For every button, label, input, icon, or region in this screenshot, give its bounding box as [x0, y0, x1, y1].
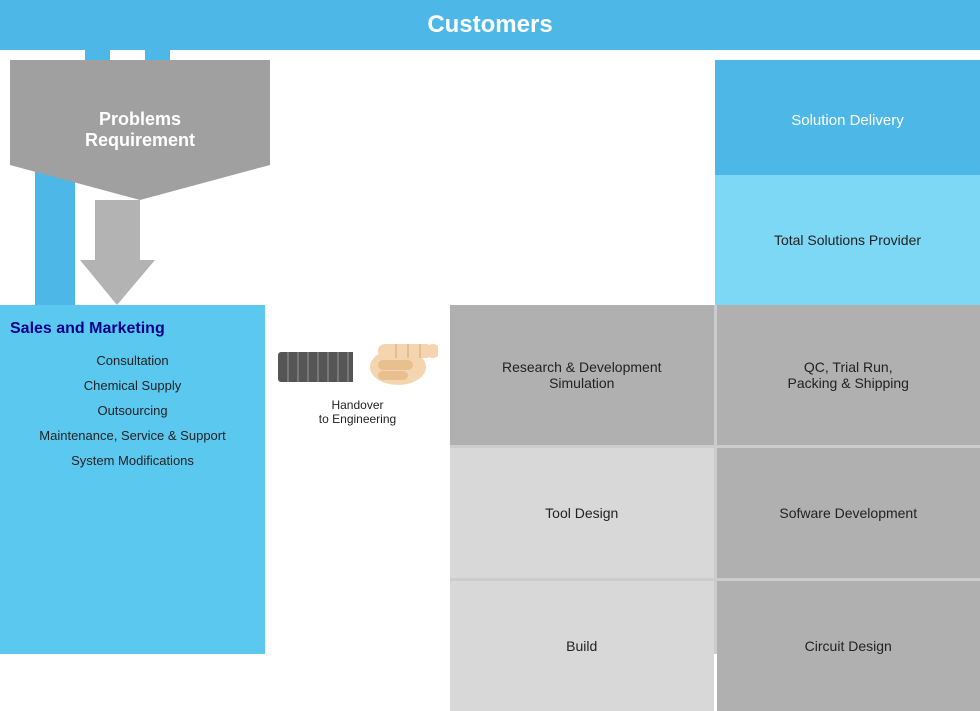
software-dev-cell: Sofware Development	[717, 448, 980, 578]
sales-item-maintenance: Maintenance, Service & Support	[10, 428, 255, 443]
solution-delivery-panel: Solution Delivery	[715, 60, 980, 180]
sales-item-consultation: Consultation	[10, 353, 255, 368]
sales-item-system-modifications: System Modifications	[10, 453, 255, 468]
total-solutions-panel: Total Solutions Provider	[715, 175, 980, 305]
problems-label: Problems Requirement	[85, 109, 195, 151]
handover-section: Handoverto Engineering	[265, 305, 450, 445]
circuit-design-label: Circuit Design	[805, 638, 892, 654]
rd-simulation-cell: Research & Development Simulation	[450, 305, 714, 445]
tool-design-label: Tool Design	[545, 505, 618, 521]
tool-design-cell: Tool Design	[450, 448, 714, 578]
sales-item-chemical-supply: Chemical Supply	[10, 378, 255, 393]
sales-title: Sales and Marketing	[10, 320, 255, 338]
rd-simulation-label: Research & Development Simulation	[502, 359, 662, 391]
total-solutions-label: Total Solutions Provider	[774, 232, 921, 248]
handover-label: Handoverto Engineering	[319, 398, 396, 426]
solution-delivery-label: Solution Delivery	[791, 112, 904, 129]
problems-box: Problems Requirement	[10, 60, 270, 200]
qc-label: QC, Trial Run, Packing & Shipping	[788, 359, 909, 391]
qc-cell: QC, Trial Run, Packing & Shipping	[717, 305, 980, 445]
software-dev-label: Sofware Development	[779, 505, 917, 521]
build-label: Build	[566, 638, 597, 654]
customers-label: Customers	[427, 11, 552, 39]
circuit-design-cell: Circuit Design	[717, 581, 980, 711]
sales-item-outsourcing: Outsourcing	[10, 403, 255, 418]
customers-bar: Customers	[0, 0, 980, 50]
engineering-grid: Research & Development Simulation QC, Tr…	[450, 305, 980, 654]
hand-icon	[278, 324, 438, 394]
build-cell: Build	[450, 581, 714, 711]
sales-panel: Sales and Marketing Consultation Chemica…	[0, 305, 265, 654]
